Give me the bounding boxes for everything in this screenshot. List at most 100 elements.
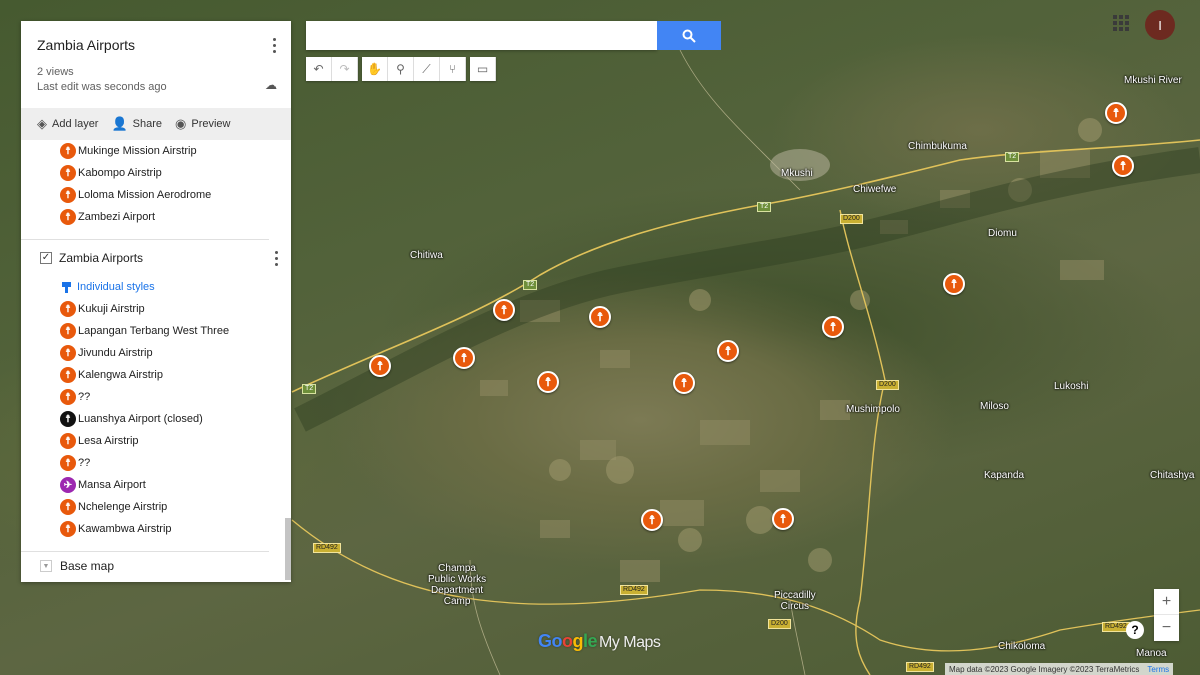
logo-part: le xyxy=(583,631,598,651)
map-title[interactable]: Zambia Airports xyxy=(37,37,275,53)
airport-marker[interactable]: ☨ xyxy=(772,508,794,530)
airport-marker[interactable]: ☨ xyxy=(453,347,475,369)
road-shield: T2 xyxy=(1005,152,1020,162)
item-label: Zambezi Airport xyxy=(78,211,156,223)
add-directions-button[interactable]: ⑂ xyxy=(440,57,466,81)
base-map-section[interactable]: ▼ Base map xyxy=(21,552,283,580)
share-label: Share xyxy=(132,118,163,130)
list-item[interactable]: ☨?? xyxy=(21,386,283,408)
airport-marker[interactable]: ☨ xyxy=(943,273,965,295)
airport-marker[interactable]: ☨ xyxy=(1105,102,1127,124)
chevron-down-icon[interactable]: ▼ xyxy=(40,560,52,572)
undo-icon: ↶ xyxy=(313,62,324,76)
google-my-maps-logo: Google My Maps xyxy=(538,631,661,652)
list-item[interactable]: ☨?? xyxy=(21,452,283,474)
airport-closed-icon: ☨ xyxy=(60,411,76,427)
item-label: Kawambwa Airstrip xyxy=(78,523,172,535)
item-label: Kukuji Airstrip xyxy=(78,303,145,315)
item-label: Kalengwa Airstrip xyxy=(78,369,163,381)
attribution-text: Map data ©2023 Google Imagery ©2023 Terr… xyxy=(949,664,1140,674)
road-shield: T2 xyxy=(523,280,538,290)
undo-button[interactable]: ↶ xyxy=(306,57,332,81)
place-label: Chitashya xyxy=(1150,470,1195,481)
panel-scrollbar[interactable] xyxy=(285,518,291,580)
airport-icon: ☨ xyxy=(60,143,76,159)
airport-icon: ☨ xyxy=(60,301,76,317)
view-count: 2 views xyxy=(37,66,74,78)
add-layer-button[interactable]: ◈ Add layer xyxy=(37,116,98,132)
airport-icon: ☨ xyxy=(60,455,76,471)
airport-icon: ☨ xyxy=(60,389,76,405)
road-shield: RD492 xyxy=(906,662,934,672)
item-label: Loloma Mission Aerodrome xyxy=(78,189,212,201)
redo-button[interactable]: ↷ xyxy=(332,57,358,81)
terms-link[interactable]: Terms xyxy=(1147,665,1169,674)
list-item[interactable]: ☨ Lesa Airstrip xyxy=(21,430,283,452)
airport-marker[interactable]: ☨ xyxy=(537,371,559,393)
airplane-icon: ✈ xyxy=(60,477,76,493)
airport-marker[interactable]: ☨ xyxy=(641,509,663,531)
place-label: Piccadilly Circus xyxy=(774,590,816,612)
measure-button[interactable]: ▭ xyxy=(470,57,496,81)
place-label: Champa Public Works Department Camp xyxy=(428,563,487,607)
redo-icon: ↷ xyxy=(339,62,350,76)
item-label: ?? xyxy=(78,391,91,403)
avatar[interactable]: I xyxy=(1145,10,1175,40)
zoom-out-button[interactable]: − xyxy=(1154,615,1179,641)
map-toolbar: ↶ ↷ ✋ ⚲ ⟋ ⑂ ▭ xyxy=(306,57,500,81)
road-shield: RD492 xyxy=(313,543,341,553)
list-item[interactable]: ☨ Nchelenge Airstrip xyxy=(21,496,283,518)
airport-marker[interactable]: ☨ xyxy=(589,306,611,328)
share-button[interactable]: 👤 Share xyxy=(111,116,162,132)
list-item[interactable]: ☨ Kalengwa Airstrip xyxy=(21,364,283,386)
list-item[interactable]: ☨ Zambezi Airport xyxy=(21,206,283,228)
airport-marker[interactable]: ☨ xyxy=(822,316,844,338)
individual-styles-link[interactable]: Individual styles xyxy=(21,276,283,298)
list-item[interactable]: ✈ Mansa Airport xyxy=(21,474,283,496)
search-button[interactable] xyxy=(657,21,721,50)
directions-icon: ⑂ xyxy=(448,62,457,76)
zoom-in-button[interactable]: + xyxy=(1154,589,1179,615)
layer-visibility-checkbox[interactable]: ✓ xyxy=(40,252,52,264)
list-item[interactable]: ☨ Kukuji Airstrip xyxy=(21,298,283,320)
item-label: Mansa Airport xyxy=(78,479,146,491)
list-item[interactable]: ☨ Kabompo Airstrip xyxy=(21,162,283,184)
layer-options-menu-icon[interactable] xyxy=(269,249,283,267)
list-item[interactable]: ☨ Lapangan Terbang West Three xyxy=(21,320,283,342)
place-label: Lukoshi xyxy=(1054,381,1089,392)
airport-icon: ☨ xyxy=(60,521,76,537)
airport-marker[interactable]: ☨ xyxy=(493,299,515,321)
map-options-menu-icon[interactable] xyxy=(267,36,281,54)
layers-panel: Zambia Airports 2 views Last edit was se… xyxy=(21,21,291,582)
layer-header[interactable]: ✓ Zambia Airports xyxy=(21,240,283,276)
help-icon[interactable]: ? xyxy=(1126,621,1144,639)
base-map-label: Base map xyxy=(60,559,115,573)
cloud-saved-icon: ☁ xyxy=(265,78,277,92)
apps-grid-icon[interactable] xyxy=(1113,15,1129,31)
airport-icon: ☨ xyxy=(60,165,76,181)
draw-line-button[interactable]: ⟋ xyxy=(414,57,440,81)
item-label: Nchelenge Airstrip xyxy=(78,501,168,513)
place-label: Chikoloma xyxy=(998,641,1046,652)
list-item[interactable]: ☨ Mukinge Mission Airstrip xyxy=(21,140,283,162)
place-label: Mkushi xyxy=(781,168,813,179)
airport-marker[interactable]: ☨ xyxy=(673,372,695,394)
zoom-control: + − xyxy=(1154,589,1179,641)
airport-icon: ☨ xyxy=(60,187,76,203)
airport-marker[interactable]: ☨ xyxy=(717,340,739,362)
layer-name[interactable]: Zambia Airports xyxy=(59,251,143,265)
list-item[interactable]: ☨ Kawambwa Airstrip xyxy=(21,518,283,540)
airport-icon: ☨ xyxy=(60,323,76,339)
airport-marker[interactable]: ☨ xyxy=(369,355,391,377)
preview-button[interactable]: ◉ Preview xyxy=(175,116,230,132)
airport-marker[interactable]: ☨ xyxy=(1112,155,1134,177)
airport-icon: ☨ xyxy=(60,499,76,515)
search-input[interactable] xyxy=(306,21,657,50)
list-item[interactable]: ☨ Luanshya Airport (closed) xyxy=(21,408,283,430)
item-label: Luanshya Airport (closed) xyxy=(78,413,203,425)
add-marker-button[interactable]: ⚲ xyxy=(388,57,414,81)
list-item[interactable]: ☨ Jivundu Airstrip xyxy=(21,342,283,364)
select-pan-button[interactable]: ✋ xyxy=(362,57,388,81)
place-label: Manoa xyxy=(1136,648,1167,659)
list-item[interactable]: ☨ Loloma Mission Aerodrome xyxy=(21,184,283,206)
